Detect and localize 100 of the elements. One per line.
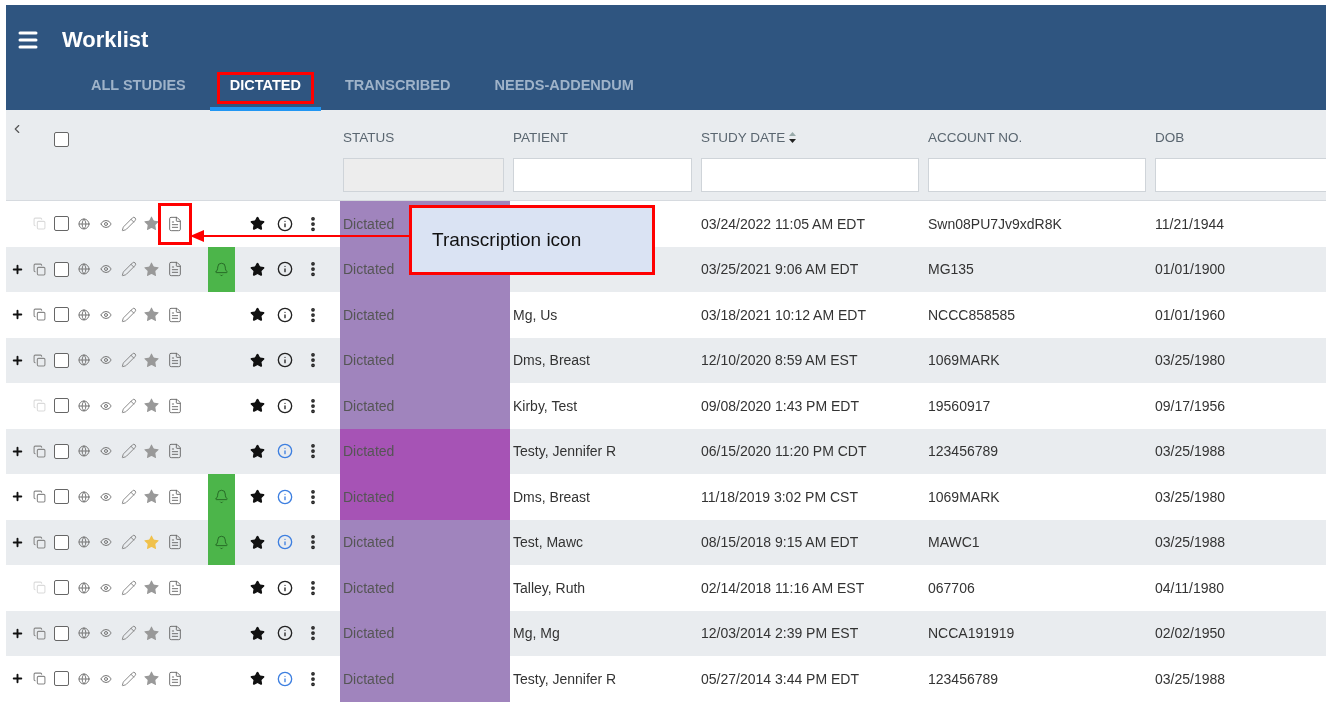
star-icon[interactable] — [142, 215, 160, 233]
copy-icon[interactable] — [32, 626, 46, 640]
expand-icon[interactable] — [10, 353, 24, 367]
star-icon[interactable] — [250, 625, 265, 641]
star-icon[interactable] — [142, 260, 160, 278]
star-icon[interactable] — [250, 398, 265, 414]
copy-icon[interactable] — [32, 308, 46, 322]
eye-icon[interactable] — [100, 581, 112, 594]
transcription-icon[interactable] — [167, 579, 183, 596]
pencil-icon[interactable] — [120, 352, 137, 369]
column-header[interactable]: ACCOUNT NO. — [928, 126, 1023, 148]
copy-icon[interactable] — [32, 353, 46, 367]
globe-icon[interactable] — [78, 399, 90, 412]
tab[interactable]: NEEDS-ADDENDUM — [474, 65, 654, 111]
tab[interactable]: TRANSCRIBED — [324, 65, 471, 111]
info-icon[interactable] — [276, 579, 293, 596]
transcription-icon[interactable] — [167, 352, 183, 369]
transcription-icon[interactable] — [167, 670, 183, 687]
column-header[interactable]: DOB — [1155, 126, 1185, 148]
expand-icon[interactable] — [10, 626, 24, 640]
eye-icon[interactable] — [100, 354, 112, 367]
globe-icon[interactable] — [78, 445, 90, 458]
column-header[interactable]: PATIENT — [513, 126, 568, 148]
pencil-icon[interactable] — [120, 579, 137, 596]
globe-icon[interactable] — [78, 627, 90, 640]
row-checkbox[interactable] — [54, 671, 69, 687]
row-checkbox[interactable] — [54, 580, 69, 596]
globe-icon[interactable] — [78, 217, 90, 230]
pencil-icon[interactable] — [120, 443, 137, 460]
globe-icon[interactable] — [78, 581, 90, 594]
expand-icon[interactable] — [10, 308, 24, 322]
star-icon[interactable] — [250, 443, 265, 459]
transcription-icon[interactable] — [167, 261, 183, 278]
transcription-icon[interactable] — [167, 215, 183, 232]
copy-icon[interactable] — [32, 262, 46, 276]
pencil-icon[interactable] — [120, 670, 137, 687]
transcription-icon[interactable] — [167, 625, 183, 642]
star-icon[interactable] — [142, 579, 160, 597]
star-icon[interactable] — [142, 397, 160, 415]
copy-icon[interactable] — [32, 444, 46, 458]
globe-icon[interactable] — [78, 490, 90, 503]
eye-icon[interactable] — [100, 308, 112, 321]
transcription-icon[interactable] — [167, 488, 183, 505]
expand-icon[interactable] — [10, 444, 24, 458]
eye-icon[interactable] — [100, 627, 112, 640]
globe-icon[interactable] — [78, 308, 90, 321]
info-icon[interactable] — [276, 397, 293, 414]
row-checkbox[interactable] — [54, 443, 69, 459]
column-header[interactable]: STUDY DATE — [701, 126, 798, 148]
star-icon[interactable] — [142, 306, 160, 324]
eye-icon[interactable] — [100, 672, 112, 685]
pencil-icon[interactable] — [120, 215, 137, 232]
info-icon[interactable] — [276, 261, 293, 278]
row-checkbox[interactable] — [54, 398, 69, 414]
star-icon[interactable] — [250, 489, 265, 505]
expand-icon[interactable] — [10, 672, 24, 686]
column-header[interactable]: STATUS — [343, 126, 395, 148]
info-icon[interactable] — [276, 215, 293, 232]
eye-icon[interactable] — [100, 399, 112, 412]
transcription-icon[interactable] — [167, 306, 183, 323]
pencil-icon[interactable] — [120, 488, 137, 505]
star-icon[interactable] — [250, 580, 265, 596]
pencil-icon[interactable] — [120, 261, 137, 278]
star-icon[interactable] — [142, 351, 160, 369]
copy-icon[interactable] — [32, 535, 46, 549]
globe-icon[interactable] — [78, 536, 90, 549]
eye-icon[interactable] — [100, 263, 112, 276]
row-checkbox[interactable] — [54, 307, 69, 323]
info-icon[interactable] — [276, 352, 293, 369]
filter-field[interactable] — [513, 158, 692, 192]
transcription-icon[interactable] — [167, 397, 183, 414]
row-checkbox[interactable] — [54, 352, 69, 368]
expand-icon[interactable] — [10, 535, 24, 549]
tab[interactable]: DICTATED — [209, 65, 321, 111]
star-icon[interactable] — [142, 488, 160, 506]
globe-icon[interactable] — [78, 672, 90, 685]
star-icon[interactable] — [250, 261, 265, 277]
filter-field[interactable] — [928, 158, 1146, 192]
select-all-checkbox[interactable] — [54, 132, 69, 147]
star-icon[interactable] — [250, 671, 265, 687]
star-icon[interactable] — [250, 352, 265, 368]
tab[interactable]: ALL STUDIES — [71, 65, 206, 111]
eye-icon[interactable] — [100, 445, 112, 458]
eye-icon[interactable] — [100, 217, 112, 230]
row-checkbox[interactable] — [54, 261, 69, 277]
row-checkbox[interactable] — [54, 216, 69, 232]
row-checkbox[interactable] — [54, 489, 69, 505]
transcription-icon[interactable] — [167, 443, 183, 460]
filter-field[interactable] — [701, 158, 919, 192]
row-checkbox[interactable] — [54, 534, 69, 550]
filter-field[interactable] — [1155, 158, 1326, 192]
copy-icon[interactable] — [32, 672, 46, 686]
star-icon[interactable] — [142, 533, 160, 551]
info-icon[interactable] — [276, 306, 293, 323]
star-icon[interactable] — [250, 307, 265, 323]
sort-icon[interactable] — [788, 130, 798, 144]
star-icon[interactable] — [142, 670, 160, 688]
info-icon[interactable] — [276, 625, 293, 642]
eye-icon[interactable] — [100, 490, 112, 503]
pencil-icon[interactable] — [120, 534, 137, 551]
